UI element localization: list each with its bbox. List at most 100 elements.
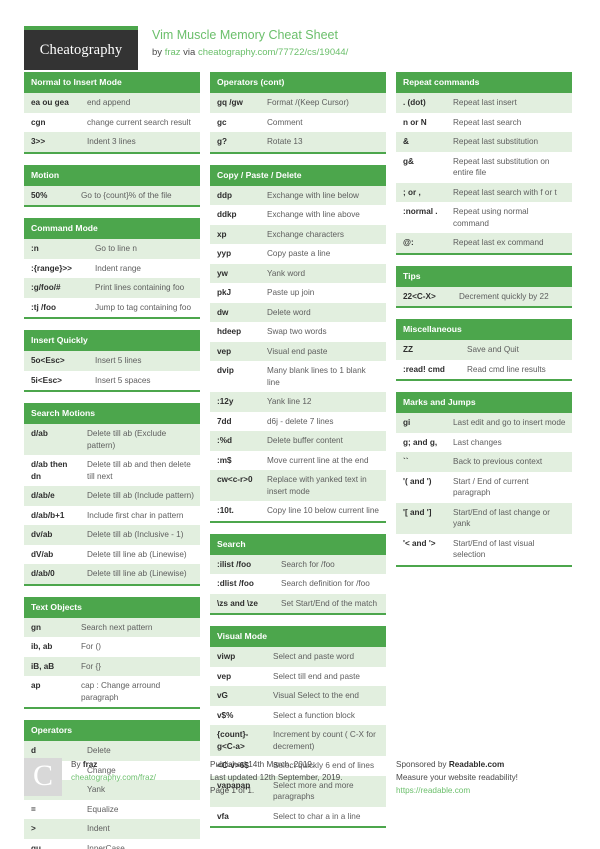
- footer-author-name[interactable]: fraz: [83, 760, 98, 769]
- row-value: Insert 5 spaces: [95, 375, 151, 385]
- row-value: Repeat last search: [453, 117, 522, 127]
- row-value: Jump to tag containing foo: [95, 302, 192, 312]
- row-value: Repeat last search with f or t: [453, 187, 557, 197]
- row-value: Go to line n: [95, 244, 137, 253]
- table-row: :n Go to line n: [24, 239, 200, 259]
- row-key: :read! cmd: [403, 364, 445, 374]
- table-row: `` Back to previous context: [396, 452, 572, 472]
- footer-sponsor-prefix: Sponsored by: [396, 760, 447, 769]
- row-key: cw<c-r>0: [217, 475, 253, 484]
- row-key: '< and '>: [403, 538, 436, 548]
- card-rows: . (dot) Repeat last insert n or N Repeat l…: [396, 93, 572, 253]
- footer-author-link[interactable]: cheatography.com/fraz/: [71, 773, 156, 782]
- row-key: ddp: [217, 190, 233, 200]
- row-value: Visual end paste: [267, 346, 328, 356]
- table-row: {count}-g<C-a> Increment by count ( C-X f…: [210, 725, 386, 756]
- row-key: d/ab/b+1: [31, 510, 65, 520]
- table-row: :m$ Move current line at the end: [210, 450, 386, 470]
- card-rows: d/ab Delete till ab (Exclude pattern) d/a…: [24, 424, 200, 584]
- row-value: Select till end and paste: [273, 671, 360, 681]
- card-title: Repeat commands: [396, 72, 572, 93]
- card-title: Visual Mode: [210, 626, 386, 647]
- card-rows: 22<C-X> Decrement quickly by 22: [396, 286, 572, 306]
- row-value: Yank word: [267, 268, 306, 278]
- row-value: Replace with yanked text in insert mode: [267, 475, 367, 496]
- card-rows: :n Go to line n :{range}>> Indent range :g…: [24, 239, 200, 317]
- table-row: @: Repeat last ex command: [396, 233, 572, 253]
- row-key: ; or ,: [403, 187, 421, 197]
- footer-published: Published 14th March, 2019.: [210, 760, 315, 769]
- table-row: yyp Copy paste a line: [210, 244, 386, 264]
- row-value: Delete till ab and then delete till next: [87, 460, 191, 481]
- table-row: & Repeat last substitution: [396, 132, 572, 152]
- row-key: yw: [217, 268, 228, 278]
- footer-author-block: C By fraz cheatography.com/fraz/: [24, 758, 210, 797]
- byline-source-link[interactable]: cheatography.com/77722/cs/19044/: [198, 47, 348, 58]
- row-key: :m$: [217, 455, 232, 465]
- table-row: dw Delete word: [210, 302, 386, 322]
- table-row: cw<c-r>0 Replace with yanked text in inse…: [210, 470, 386, 501]
- card-title: Search Motions: [24, 403, 200, 424]
- footer-sponsor-link[interactable]: https://readable.com: [396, 786, 470, 795]
- row-value: Indent 3 lines: [87, 137, 136, 146]
- row-value: Copy paste a line: [267, 249, 331, 258]
- card-title: Text Objects: [24, 596, 200, 618]
- row-key: :12y: [217, 397, 234, 406]
- table-row: vep Visual end paste: [210, 341, 386, 361]
- card-rows: :ilist /foo Search for /foo :dlist /foo Se…: [210, 554, 386, 613]
- table-row: vep Select till end and paste: [210, 666, 386, 686]
- table-row: \zs and \ze Set Start/End of the match: [210, 593, 386, 613]
- author-avatar: C: [24, 758, 62, 796]
- row-key: g; and g,: [403, 437, 438, 447]
- footer-sponsor-block: Sponsored by Readable.com Measure your w…: [396, 758, 576, 797]
- row-key: &: [403, 137, 409, 146]
- row-value: Set Start/End of the match: [281, 598, 378, 608]
- footer-sponsor-name[interactable]: Readable.com: [449, 760, 505, 769]
- row-key: >: [31, 824, 36, 833]
- row-key: '( and '): [403, 476, 432, 486]
- row-key: :{range}>>: [31, 263, 72, 273]
- table-row: g? Rotate 13: [210, 132, 386, 152]
- row-value: Yank line 12: [267, 397, 312, 406]
- row-key: d/ab/0: [31, 569, 55, 578]
- byline-author[interactable]: fraz: [165, 47, 181, 58]
- row-key: vG: [217, 691, 228, 700]
- footer-sponsor-tagline: Measure your website readability!: [396, 773, 518, 782]
- row-key: {count}-g<C-a>: [217, 730, 249, 751]
- card-normal-to-insert-mode: Normal to Insert Mode ea ou gea end appen…: [24, 72, 200, 154]
- row-value: Equalize: [87, 804, 119, 814]
- card-repeat-commands: Repeat commands . (dot) Repeat last inser…: [396, 72, 572, 255]
- table-row: v$% Select a function block: [210, 705, 386, 725]
- table-row: ea ou gea end append: [24, 93, 200, 113]
- footer-sponsor-line: Sponsored by Readable.com: [396, 758, 576, 771]
- row-value: For {}: [81, 661, 102, 671]
- row-key: hdeep: [217, 327, 242, 336]
- table-row: d/ab/0 Delete till line ab (Linewise): [24, 564, 200, 584]
- row-key: yyp: [217, 249, 232, 258]
- row-key: . (dot): [403, 98, 426, 107]
- column-1: Normal to Insert Mode ea ou gea end appen…: [24, 72, 200, 849]
- card-miscellaneous: Miscellaneous ZZ Save and Quit :read! cmd…: [396, 319, 572, 381]
- table-row: gu InnerCase: [24, 838, 200, 849]
- card-title: Insert Quickly: [24, 330, 200, 351]
- table-row: ddp Exchange with line below: [210, 185, 386, 205]
- card-marks-and-jumps: Marks and Jumps gi Last edit and go to in…: [396, 392, 572, 567]
- card-title: Miscellaneous: [396, 319, 572, 340]
- cheatsheet-page: Cheatography Vim Muscle Memory Cheat She…: [0, 0, 600, 849]
- table-row: yw Yank word: [210, 263, 386, 283]
- card-rows: gi Last edit and go to insert mode g; and…: [396, 413, 572, 565]
- card-text-objects: Text Objects gn Search next pattern ib, a…: [24, 596, 200, 709]
- table-row: ap cap : Change arround paragraph: [24, 676, 200, 707]
- row-value: Last edit and go to insert mode: [453, 418, 566, 427]
- table-row: :%d Delete buffer content: [210, 431, 386, 451]
- table-row: :tj /foo Jump to tag containing foo: [24, 297, 200, 317]
- table-row: 5o<Esc> Insert 5 lines: [24, 351, 200, 371]
- row-key: gc: [217, 117, 227, 127]
- card-search: Search :ilist /foo Search for /foo :dlist…: [210, 533, 386, 615]
- row-key: :ilist /foo: [217, 559, 252, 569]
- row-key: pkJ: [217, 288, 232, 297]
- row-key: d/ab: [31, 429, 48, 438]
- cheatography-logo[interactable]: Cheatography: [24, 26, 138, 70]
- row-key: ``: [403, 457, 409, 466]
- row-key: vep: [217, 671, 232, 681]
